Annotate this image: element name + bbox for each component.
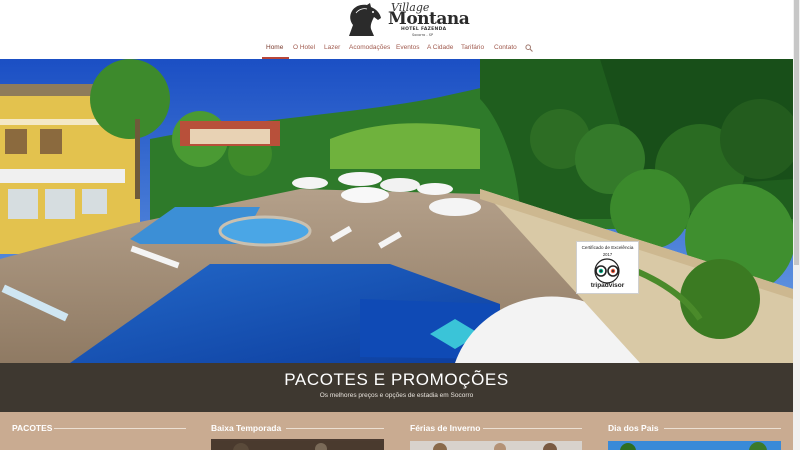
nav-item-a-cidade[interactable]: A Cidade (427, 44, 453, 51)
package-title-dia-dos-pais[interactable]: Dia dos Pais (608, 423, 659, 433)
nav-item-lazer[interactable]: Lazer (324, 44, 340, 51)
main-navigation: Home O Hotel Lazer Acomodações Eventos A… (0, 38, 793, 60)
nav-item-contato[interactable]: Contato (494, 44, 517, 51)
package-image-baixa-temporada[interactable] (211, 439, 384, 450)
search-icon[interactable] (525, 44, 533, 52)
tripadvisor-owl-icon (594, 258, 620, 284)
nav-item-acomodacoes[interactable]: Acomodações (349, 44, 390, 51)
certificate-title: Certificado de Excelência (581, 245, 634, 250)
hotel-pool-photo (0, 59, 793, 363)
certificate-year: 2017 (602, 252, 613, 257)
promotions-banner: PACOTES E PROMOÇÕES Os melhores preços e… (0, 363, 793, 412)
hero-image: Certificado de Excelência 2017 tripadvis… (0, 59, 793, 363)
package-divider (286, 428, 384, 429)
tripadvisor-wordmark: tripadvisor (590, 282, 625, 289)
package-title-ferias-de-inverno[interactable]: Férias de Inverno (410, 423, 480, 433)
package-photo (211, 441, 384, 450)
packages-heading: PACOTES (12, 423, 53, 433)
package-title-baixa-temporada[interactable]: Baixa Temporada (211, 423, 281, 433)
nav-item-o-hotel[interactable]: O Hotel (293, 44, 315, 51)
packages-heading-divider (54, 428, 186, 429)
package-image-ferias-de-inverno[interactable] (410, 439, 582, 450)
logo-montana-text: Montana (388, 9, 470, 29)
horse-logo-icon (349, 3, 381, 36)
package-photo (410, 441, 582, 450)
scrollbar-thumb[interactable] (794, 0, 799, 265)
site-logo[interactable]: Village Montana HOTEL FAZENDA Socorro - … (343, 1, 470, 37)
nav-item-home[interactable]: Home (266, 44, 283, 51)
packages-section: PACOTES Baixa Temporada Férias de Invern… (0, 412, 793, 450)
promotions-title: PACOTES E PROMOÇÕES (284, 370, 509, 389)
nav-item-tarifario[interactable]: Tarifário (461, 44, 484, 51)
logo-location-text: Socorro - SP (412, 33, 434, 37)
package-divider (483, 428, 582, 429)
site-header: Village Montana HOTEL FAZENDA Socorro - … (0, 0, 793, 39)
promotions-subtitle: Os melhores preços e opções de estadia e… (319, 392, 474, 399)
logo-hotel-fazenda-text: HOTEL FAZENDA (401, 27, 447, 32)
package-divider (664, 428, 781, 429)
package-image-dia-dos-pais[interactable] (608, 439, 781, 450)
nav-item-eventos[interactable]: Eventos (396, 44, 420, 51)
tripadvisor-badge[interactable]: Certificado de Excelência 2017 tripadvis… (576, 241, 639, 294)
package-photo (608, 441, 781, 450)
